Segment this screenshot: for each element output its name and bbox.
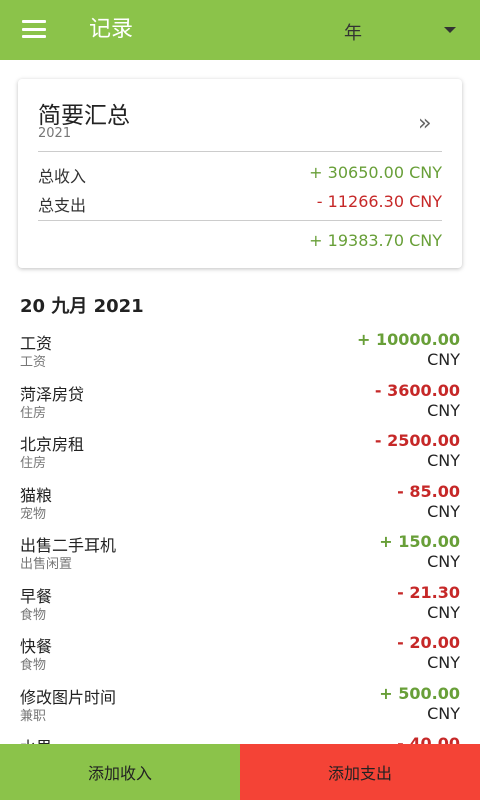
- transaction-currency: CNY: [427, 350, 460, 369]
- transaction-amount: + 10000.00: [357, 330, 460, 349]
- transaction-row[interactable]: 水果 - 40.00: [0, 728, 480, 744]
- menu-icon[interactable]: [22, 20, 46, 38]
- transaction-category: 住房: [20, 405, 47, 421]
- transaction-row[interactable]: 快餐 食物 - 20.00 CNY: [0, 627, 480, 678]
- transaction-currency: CNY: [427, 400, 460, 420]
- transaction-category: 兼职: [20, 708, 47, 724]
- transaction-amount: - 2500.00: [374, 431, 460, 450]
- total-income-label: 总收入: [38, 167, 87, 186]
- period-dropdown[interactable]: 年: [330, 14, 470, 46]
- transaction-amount: - 20.00: [397, 633, 460, 652]
- transaction-row[interactable]: 出售二手耳机 出售闲置 + 150.00 CNY: [0, 526, 480, 577]
- transaction-currency: CNY: [427, 703, 460, 723]
- transaction-currency: CNY: [427, 602, 460, 622]
- transaction-amount: - 40.00: [397, 734, 460, 744]
- transaction-amount: + 500.00: [379, 683, 460, 703]
- date-header: 20 九月 2021: [20, 296, 144, 317]
- app-bar: 记录 年: [0, 0, 480, 60]
- transaction-category: 食物: [20, 607, 47, 623]
- transaction-category: 住房: [20, 456, 47, 471]
- transaction-list[interactable]: 工资 工资 + 10000.00 CNY 菏泽房贷 住房 - 3600.00 C…: [0, 324, 480, 744]
- page-title: 记录: [89, 17, 134, 42]
- total-income-value: + 30650.00 CNY: [309, 163, 442, 182]
- summary-year: 2021: [38, 126, 72, 141]
- transaction-amount: - 85.00: [397, 481, 460, 501]
- transaction-row[interactable]: 菏泽房贷 住房 - 3600.00 CNY: [0, 375, 480, 426]
- transaction-row[interactable]: 早餐 食物 - 21.30 CNY: [0, 577, 480, 628]
- add-income-button[interactable]: 添加收入: [0, 744, 240, 800]
- transaction-row[interactable]: 工资 工资 + 10000.00 CNY: [0, 324, 480, 375]
- transaction-currency: CNY: [427, 501, 460, 521]
- transaction-amount: - 3600.00: [374, 380, 460, 400]
- transaction-category: 工资: [20, 355, 47, 370]
- total-expense-value: - 11266.30 CNY: [316, 192, 442, 211]
- summary-card[interactable]: 简要汇总 2021 ›› 总收入 + 30650.00 CNY 总支出 - 11…: [18, 79, 462, 268]
- transaction-category: 宠物: [20, 506, 47, 522]
- divider: [38, 151, 442, 152]
- transaction-currency: CNY: [427, 451, 460, 470]
- transaction-row[interactable]: 猫粮 宠物 - 85.00 CNY: [0, 476, 480, 527]
- transaction-name: 水果: [20, 734, 52, 744]
- transaction-currency: CNY: [427, 552, 460, 571]
- transaction-currency: CNY: [427, 653, 460, 672]
- add-expense-button[interactable]: 添加支出: [240, 744, 480, 800]
- total-expense-label: 总支出: [38, 196, 87, 215]
- transaction-row[interactable]: 修改图片时间 兼职 + 500.00 CNY: [0, 678, 480, 729]
- divider: [38, 220, 442, 221]
- transaction-row[interactable]: 北京房租 住房 - 2500.00 CNY: [0, 425, 480, 476]
- transaction-category: 出售闲置: [20, 557, 73, 572]
- bottom-action-bar: 添加收入 添加支出: [0, 744, 480, 800]
- transaction-amount: - 21.30: [397, 582, 460, 602]
- transaction-amount: + 150.00: [379, 532, 460, 551]
- balance-value: + 19383.70 CNY: [309, 231, 442, 250]
- dropdown-arrow-icon: [444, 27, 456, 33]
- transaction-category: 食物: [20, 658, 47, 673]
- summary-title: 简要汇总: [38, 103, 130, 129]
- double-chevron-right-icon[interactable]: ››: [418, 111, 431, 136]
- period-value: 年: [344, 23, 362, 44]
